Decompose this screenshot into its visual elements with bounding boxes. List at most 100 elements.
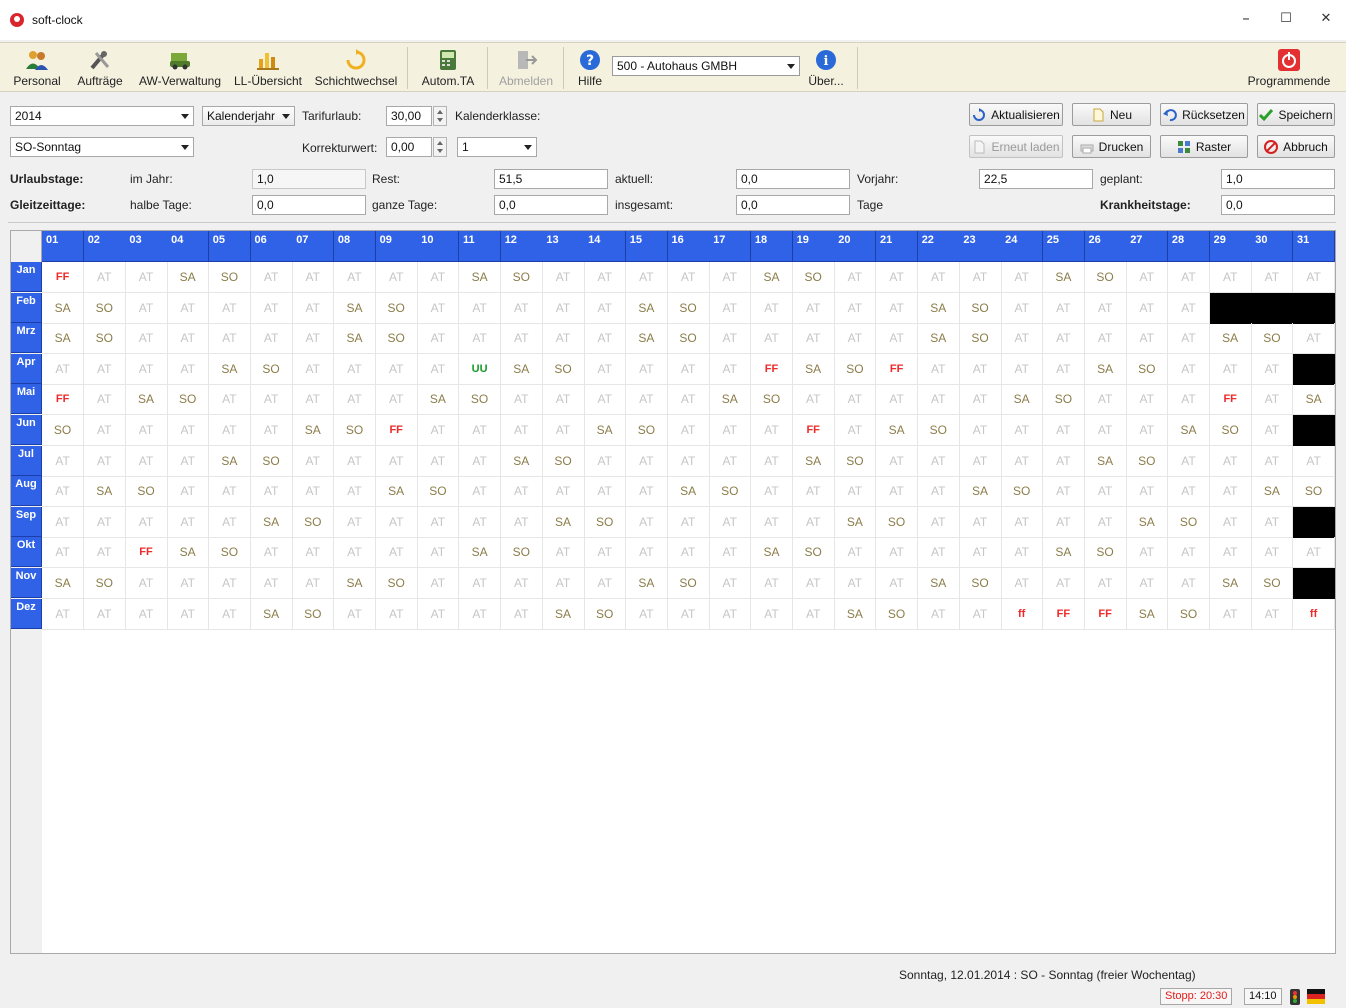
calendar-cell[interactable]: AT <box>1167 537 1211 569</box>
calendar-cell[interactable]: AT <box>83 537 126 569</box>
calendar-cell[interactable]: SO <box>208 262 251 294</box>
calendar-cell[interactable]: SO <box>208 537 251 569</box>
calendar-cell[interactable]: SO <box>959 568 1002 600</box>
calendar-cell[interactable]: AT <box>917 384 960 416</box>
calendar-cell[interactable]: AT <box>1293 537 1336 569</box>
calendar-cell[interactable]: AT <box>1251 598 1294 630</box>
krankheitstage-field[interactable]: 0,0 <box>1221 195 1335 215</box>
calendar-cell[interactable]: SO <box>625 415 668 447</box>
calendar-cell[interactable]: AT <box>333 262 377 294</box>
calendar-cell[interactable]: AT <box>792 384 835 416</box>
calendar-cell[interactable]: SO <box>1251 323 1294 355</box>
calendar-cell[interactable]: SO <box>83 323 126 355</box>
calendar-cell[interactable]: SA <box>625 292 668 324</box>
calendar-cell[interactable]: SA <box>250 506 293 538</box>
toolbar-autom-ta-button[interactable]: Autom.TA <box>418 45 478 91</box>
calendar-cell[interactable]: AT <box>1042 568 1085 600</box>
calendar-cell[interactable]: AT <box>333 476 377 508</box>
calendar-cell[interactable]: AT <box>1001 323 1044 355</box>
calendar-cell[interactable]: AT <box>375 598 418 630</box>
calendar-cell[interactable]: AT <box>417 537 460 569</box>
calendar-cell[interactable]: AT <box>667 353 710 385</box>
calendar-cell[interactable]: AT <box>500 415 543 447</box>
calendar-cell[interactable]: AT <box>792 323 835 355</box>
calendar-cell[interactable]: SO <box>500 537 543 569</box>
kalenderklasse-select[interactable]: 1 <box>457 137 537 157</box>
calendar-cell[interactable]: SA <box>542 506 585 538</box>
calendar-cell[interactable]: AT <box>250 384 293 416</box>
calendar-cell[interactable]: AT <box>83 598 126 630</box>
calendar-cell[interactable]: AT <box>959 598 1002 630</box>
calendar-cell[interactable]: AT <box>500 506 543 538</box>
calendar-cell[interactable]: AT <box>1209 506 1252 538</box>
calendar-cell[interactable]: AT <box>667 384 710 416</box>
calendar-cell[interactable]: AT <box>250 476 293 508</box>
calendar-cell[interactable]: AT <box>375 384 418 416</box>
period-select[interactable]: Kalenderjahr <box>202 106 295 126</box>
toolbar-ueber-button[interactable]: i Über... <box>804 45 848 91</box>
vorjahr-field[interactable]: 22,5 <box>979 169 1093 189</box>
calendar-cell[interactable]: AT <box>917 537 960 569</box>
calendar-cell[interactable]: FF <box>1042 598 1085 630</box>
calendar-cell[interactable]: AT <box>876 323 919 355</box>
calendar-cell[interactable]: AT <box>459 598 502 630</box>
calendar-cell[interactable]: FF <box>125 537 168 569</box>
calendar-cell[interactable]: AT <box>1126 476 1169 508</box>
calendar-cell[interactable]: AT <box>459 568 502 600</box>
tarifurlaub-field[interactable]: 30,00 <box>386 106 432 126</box>
raster-button[interactable]: Raster <box>1160 135 1248 158</box>
calendar-cell[interactable]: AT <box>250 292 293 324</box>
calendar-cell[interactable]: AT <box>292 384 335 416</box>
calendar-cell[interactable]: SA <box>959 476 1002 508</box>
calendar-cell[interactable]: SA <box>208 445 251 477</box>
calendar-cell[interactable]: AT <box>834 292 877 324</box>
calendar-cell[interactable]: AT <box>542 323 585 355</box>
calendar-cell[interactable]: AT <box>1001 415 1044 447</box>
calendar-cell[interactable]: AT <box>333 537 377 569</box>
ganze-tage-field[interactable]: 0,0 <box>494 195 608 215</box>
calendar-cell[interactable]: AT <box>917 262 960 294</box>
calendar-cell[interactable]: AT <box>750 506 794 538</box>
calendar-cell[interactable]: AT <box>750 292 794 324</box>
calendar-cell[interactable]: SA <box>292 415 335 447</box>
calendar-cell[interactable]: AT <box>625 262 668 294</box>
calendar-cell[interactable]: AT <box>1001 262 1044 294</box>
calendar-cell[interactable]: FF <box>792 415 835 447</box>
calendar-cell[interactable]: SO <box>834 445 877 477</box>
calendar-cell[interactable]: SA <box>917 568 960 600</box>
calendar-cell[interactable]: AT <box>959 445 1002 477</box>
calendar-cell[interactable]: AT <box>292 537 335 569</box>
calendar-cell[interactable]: AT <box>125 292 168 324</box>
calendar-cell[interactable]: SO <box>667 292 710 324</box>
calendar-cell[interactable]: AT <box>709 568 752 600</box>
calendar-cell[interactable]: SA <box>667 476 710 508</box>
calendar-cell[interactable]: AT <box>125 353 168 385</box>
calendar-cell[interactable]: AT <box>167 568 210 600</box>
calendar-cell[interactable]: AT <box>709 323 752 355</box>
calendar-cell[interactable]: SA <box>333 568 377 600</box>
calendar-cell[interactable]: AT <box>250 568 293 600</box>
calendar-cell[interactable]: AT <box>417 262 460 294</box>
calendar-cell[interactable]: AT <box>292 262 335 294</box>
calendar-cell[interactable]: AT <box>333 353 377 385</box>
calendar-cell[interactable]: SA <box>542 598 585 630</box>
calendar-cell[interactable]: SO <box>1251 568 1294 600</box>
calendar-cell[interactable]: SO <box>709 476 752 508</box>
drucken-button[interactable]: Drucken <box>1072 135 1151 158</box>
calendar-cell[interactable]: SA <box>167 537 210 569</box>
calendar-cell[interactable]: AT <box>1084 506 1127 538</box>
calendar-cell[interactable]: SO <box>500 262 543 294</box>
calendar-cell[interactable]: FF <box>375 415 418 447</box>
calendar-cell[interactable]: SO <box>42 415 85 447</box>
calendar-cell[interactable]: AT <box>125 598 168 630</box>
calendar-cell[interactable]: AT <box>709 292 752 324</box>
calendar-cell[interactable]: SA <box>834 506 877 538</box>
calendar-cell[interactable]: AT <box>750 445 794 477</box>
calendar-cell[interactable]: AT <box>1126 537 1169 569</box>
calendar-cell[interactable]: AT <box>959 353 1002 385</box>
calendar-cell[interactable]: SO <box>959 292 1002 324</box>
calendar-cell[interactable]: SO <box>125 476 168 508</box>
calendar-cell[interactable]: SO <box>792 262 835 294</box>
calendar-cell[interactable]: AT <box>1167 292 1211 324</box>
insgesamt-field[interactable]: 0,0 <box>736 195 850 215</box>
